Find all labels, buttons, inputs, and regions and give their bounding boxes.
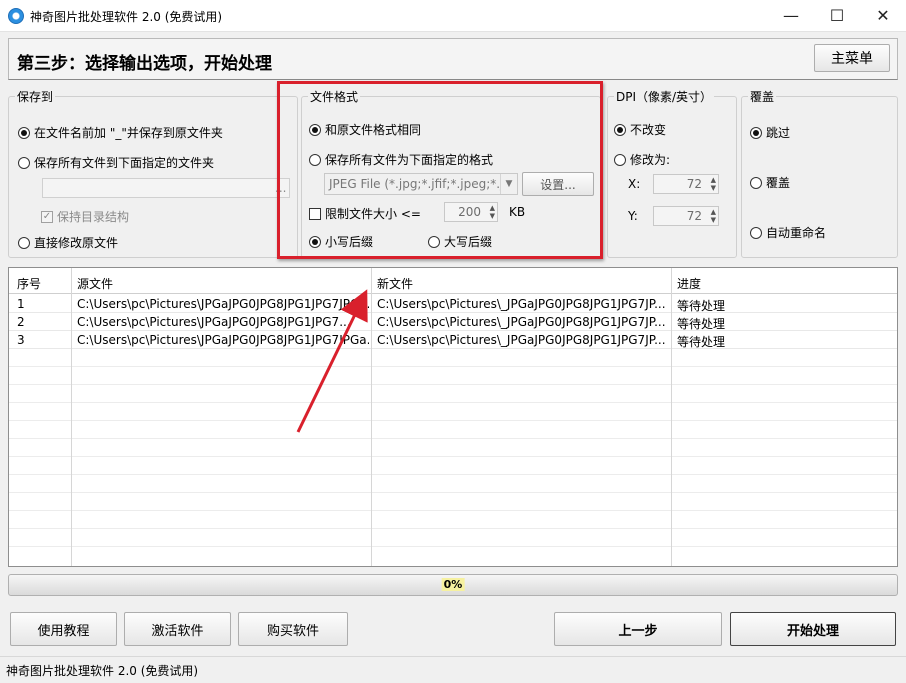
maximize-button[interactable]: ☐	[814, 0, 860, 31]
dpi-keep-radio[interactable]: 不改变	[614, 121, 666, 138]
status-text: 神奇图片批处理软件 2.0 (免费试用)	[6, 664, 199, 678]
header-source[interactable]: 源文件	[77, 275, 113, 292]
cell-source: C:\Users\pc\Pictures\JPGaJPG0JPG8JPG1JPG…	[77, 315, 351, 329]
radio-indicator	[18, 236, 30, 249]
radio-indicator	[750, 126, 762, 139]
progress-label: 0%	[441, 578, 465, 591]
progress-bar: 0%	[8, 574, 898, 596]
auto-rename-label: 自动重命名	[766, 226, 827, 240]
save-folder-radio[interactable]: 保存所有文件到下面指定的文件夹	[18, 154, 214, 171]
cell-index: 3	[17, 333, 25, 347]
title-bar: 神奇图片批处理软件 2.0 (免费试用) — ☐ ✕	[0, 0, 906, 32]
empty-table-row	[9, 457, 897, 475]
app-icon	[8, 8, 24, 24]
radio-indicator	[18, 156, 30, 169]
highlight-box	[277, 81, 603, 259]
cell-progress: 等待处理	[677, 317, 726, 331]
empty-table-row	[9, 385, 897, 403]
window-title: 神奇图片批处理软件 2.0 (免费试用)	[30, 10, 223, 24]
buy-button[interactable]: 购买软件	[238, 612, 348, 646]
radio-indicator	[750, 226, 762, 239]
cell-index: 2	[17, 315, 25, 329]
spinner-arrows-icon[interactable]: ▲ ▼	[711, 176, 716, 192]
overwrite-label: 覆盖	[766, 176, 791, 190]
empty-table-row	[9, 529, 897, 547]
header-target[interactable]: 新文件	[377, 275, 413, 292]
file-table[interactable]: 序号 源文件 新文件 进度 1 C:\Users\pc\Pictures\JPG…	[8, 267, 898, 567]
activate-button[interactable]: 激活软件	[124, 612, 231, 646]
empty-table-row	[9, 511, 897, 529]
close-button[interactable]: ✕	[860, 0, 906, 31]
cell-source: C:\Users\pc\Pictures\JPGaJPG0JPG8JPG1JPG…	[77, 297, 369, 311]
folder-path-input[interactable]	[42, 178, 290, 198]
save-to-title: 保存到	[15, 88, 56, 105]
column-divider[interactable]	[71, 268, 72, 566]
auto-rename-radio[interactable]: 自动重命名	[750, 224, 826, 241]
dpi-x-input[interactable]: 72 ▲ ▼	[653, 174, 719, 194]
dpi-keep-label: 不改变	[630, 123, 667, 137]
empty-table-row	[9, 421, 897, 439]
dpi-y-input[interactable]: 72 ▲ ▼	[653, 206, 719, 226]
cell-target: C:\Users\pc\Pictures\_JPGaJPG0JPG8JPG1JP…	[377, 333, 666, 347]
empty-table-row	[9, 475, 897, 493]
table-header: 序号 源文件 新文件 进度	[9, 268, 897, 294]
overwrite-original-radio[interactable]: 直接修改原文件	[18, 234, 118, 251]
main-menu-button[interactable]: 主菜单	[814, 44, 890, 72]
radio-indicator	[750, 176, 762, 189]
skip-label: 跳过	[766, 126, 791, 140]
prev-step-button[interactable]: 上一步	[554, 612, 722, 646]
cell-progress: 等待处理	[677, 299, 726, 313]
table-row[interactable]: 3 C:\Users\pc\Pictures\JPGaJPG0JPG8JPG1J…	[9, 331, 897, 349]
dpi-title: DPI（像素/英寸）	[614, 88, 715, 105]
cell-source: C:\Users\pc\Pictures\JPGaJPG0JPG8JPG1JPG…	[77, 333, 369, 347]
cell-target: C:\Users\pc\Pictures\_JPGaJPG0JPG8JPG1JP…	[377, 315, 666, 329]
radio-indicator	[614, 123, 626, 136]
cell-progress: 等待处理	[677, 335, 726, 349]
keep-structure-label: 保持目录结构	[57, 210, 130, 224]
empty-table-row	[9, 493, 897, 511]
check-icon: ✓	[41, 210, 53, 223]
overwrite-title: 覆盖	[748, 88, 777, 105]
empty-table-row	[9, 367, 897, 385]
status-bar: 神奇图片批处理软件 2.0 (免费试用)	[0, 656, 906, 683]
dpi-group: DPI（像素/英寸） 不改变 修改为: X: 72 ▲ ▼ Y: 72 ▲ ▼	[607, 88, 737, 258]
keep-structure-checkbox[interactable]: ✓ 保持目录结构	[41, 208, 129, 225]
empty-table-row	[9, 439, 897, 457]
start-process-button[interactable]: 开始处理	[730, 612, 896, 646]
empty-table-row	[9, 403, 897, 421]
dpi-x-value: 72	[686, 177, 702, 191]
tutorial-button[interactable]: 使用教程	[10, 612, 117, 646]
dpi-y-label: Y:	[628, 209, 638, 223]
header-progress[interactable]: 进度	[677, 275, 701, 292]
column-divider[interactable]	[371, 268, 372, 566]
spinner-arrows-icon[interactable]: ▲ ▼	[711, 208, 716, 224]
step-header: 第三步：选择输出选项，开始处理 主菜单	[8, 38, 898, 80]
column-divider[interactable]	[671, 268, 672, 566]
dpi-change-label: 修改为:	[630, 153, 671, 167]
radio-indicator	[18, 126, 30, 139]
step-title: 第三步：选择输出选项，开始处理	[17, 54, 272, 74]
table-row[interactable]: 2 C:\Users\pc\Pictures\JPGaJPG0JPG8JPG1J…	[9, 313, 897, 331]
minimize-button[interactable]: —	[768, 0, 814, 31]
save-prefix-radio[interactable]: 在文件名前加 "_"并保存到原文件夹	[18, 124, 223, 141]
cell-target: C:\Users\pc\Pictures\_JPGaJPG0JPG8JPG1JP…	[377, 297, 666, 311]
cell-index: 1	[17, 297, 25, 311]
save-folder-label: 保存所有文件到下面指定的文件夹	[34, 156, 215, 170]
radio-indicator	[614, 153, 626, 166]
save-to-group: 保存到 在文件名前加 "_"并保存到原文件夹 保存所有文件到下面指定的文件夹 .…	[8, 88, 298, 258]
skip-radio[interactable]: 跳过	[750, 124, 790, 141]
header-index[interactable]: 序号	[17, 275, 41, 292]
empty-table-row	[9, 349, 897, 367]
overwrite-radio[interactable]: 覆盖	[750, 174, 790, 191]
table-row[interactable]: 1 C:\Users\pc\Pictures\JPGaJPG0JPG8JPG1J…	[9, 295, 897, 313]
dpi-y-value: 72	[686, 209, 702, 223]
overwrite-original-label: 直接修改原文件	[34, 236, 119, 250]
save-prefix-label: 在文件名前加 "_"并保存到原文件夹	[34, 126, 223, 140]
dpi-x-label: X:	[628, 177, 641, 191]
overwrite-group: 覆盖 跳过 覆盖 自动重命名	[741, 88, 898, 258]
dpi-change-radio[interactable]: 修改为:	[614, 151, 670, 168]
